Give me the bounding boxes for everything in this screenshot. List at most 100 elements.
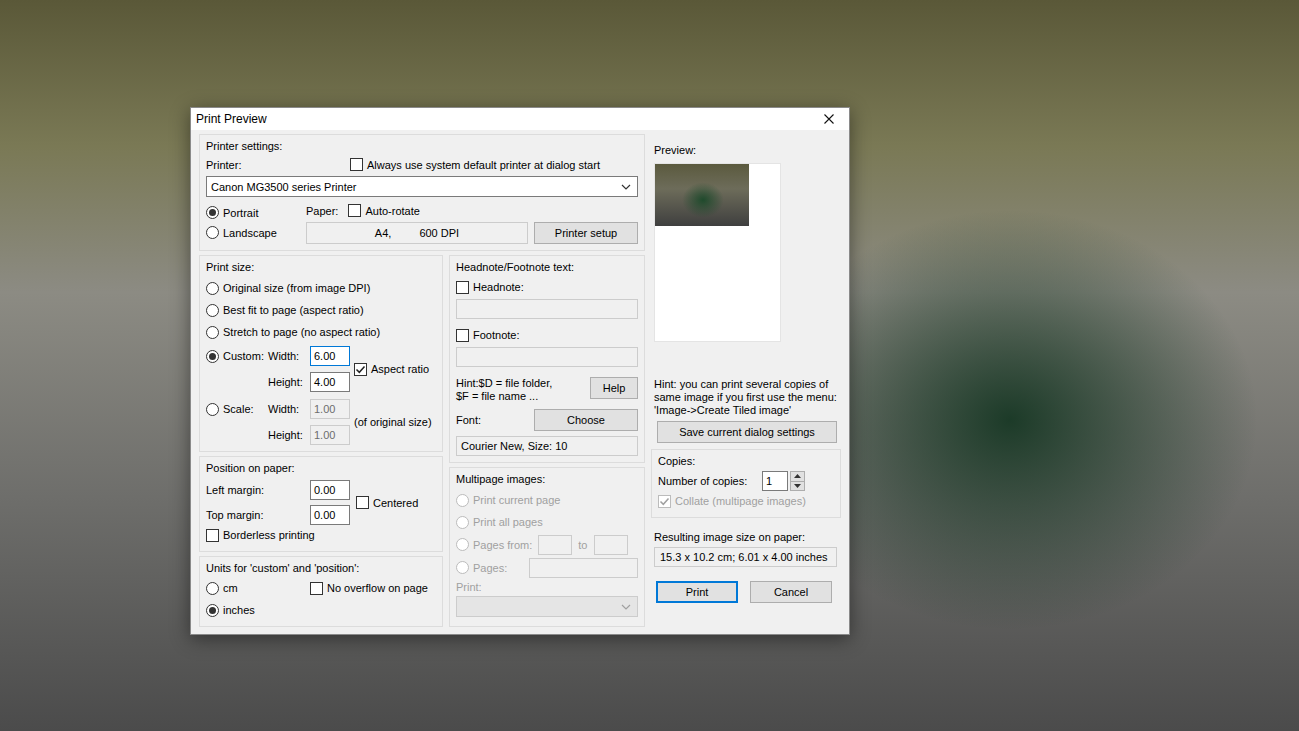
radio-button[interactable] bbox=[206, 226, 219, 239]
checkbox-label: Centered bbox=[373, 496, 418, 510]
radio-option[interactable]: Scale: bbox=[206, 400, 264, 418]
scale-note: (of original size) bbox=[354, 416, 436, 428]
radio-label: Print current page bbox=[473, 493, 560, 507]
checkbox-option[interactable]: Borderless printing bbox=[206, 525, 436, 545]
printer-row: Printer:Always use system default printe… bbox=[206, 156, 638, 173]
title-bar: Print Preview bbox=[191, 108, 849, 130]
pages-list-row: Pages: bbox=[456, 556, 638, 579]
height-field[interactable]: 4.00 bbox=[310, 372, 350, 392]
radio-button bbox=[456, 561, 469, 574]
radio-button[interactable] bbox=[206, 403, 219, 416]
options-row: Print size:Original size (from image DPI… bbox=[199, 255, 645, 627]
radio-button[interactable] bbox=[206, 282, 219, 295]
left-panel: Printer settings:Printer:Always use syst… bbox=[199, 134, 645, 627]
checkbox[interactable] bbox=[206, 529, 219, 542]
radio-label: Print all pages bbox=[473, 515, 543, 529]
printer-dropdown[interactable]: Canon MG3500 series Printer bbox=[206, 176, 638, 197]
checkbox-option[interactable]: Footnote: bbox=[456, 325, 638, 345]
checkbox[interactable] bbox=[348, 204, 361, 217]
checkbox-label: Always use system default printer at dia… bbox=[367, 158, 600, 172]
radio-option[interactable]: Portrait bbox=[206, 203, 306, 222]
preview-page bbox=[654, 163, 781, 342]
radio-button[interactable] bbox=[206, 604, 219, 617]
radio-option[interactable]: Original size (from image DPI) bbox=[206, 277, 436, 299]
close-button[interactable] bbox=[809, 108, 849, 130]
print-button[interactable]: Print bbox=[656, 581, 738, 603]
checkbox-option[interactable]: Centered bbox=[356, 494, 418, 512]
radio-option[interactable]: Landscape bbox=[206, 223, 306, 242]
top-margin-field[interactable]: 0.00 bbox=[310, 505, 350, 525]
checkbox-option[interactable]: Always use system default printer at dia… bbox=[350, 157, 600, 173]
print-dropdown bbox=[456, 596, 638, 617]
arrow-down-icon bbox=[794, 484, 801, 488]
radio-button[interactable] bbox=[206, 304, 219, 317]
checkbox-label: Aspect ratio bbox=[371, 362, 429, 376]
paper-bottom: A4,600 DPIPrinter setup bbox=[306, 222, 638, 244]
radio-option[interactable]: Custom: bbox=[206, 347, 264, 365]
notes-column: Headnote/Footnote text:Headnote:Footnote… bbox=[449, 255, 645, 627]
printer-setup-button[interactable]: Printer setup bbox=[534, 222, 638, 244]
checkbox[interactable] bbox=[456, 281, 469, 294]
width-field[interactable]: 6.00 bbox=[310, 346, 350, 366]
checkbox[interactable] bbox=[354, 363, 367, 376]
radio-button bbox=[456, 494, 469, 507]
hint-line: Hint: you can print several copies of bbox=[654, 378, 841, 391]
pages-to-field bbox=[594, 535, 628, 555]
radio-label: Best fit to page (aspect ratio) bbox=[223, 303, 364, 317]
spin-down[interactable] bbox=[791, 482, 804, 491]
radio-button[interactable] bbox=[206, 350, 219, 363]
cancel-button[interactable]: Cancel bbox=[750, 581, 832, 603]
checkbox bbox=[658, 495, 671, 508]
orientation-paper-row: PortraitLandscapePaper:Auto-rotateA4,600… bbox=[206, 203, 638, 244]
choose-button[interactable]: Choose bbox=[534, 409, 638, 431]
group-title: Multipage images: bbox=[456, 472, 638, 486]
copies-field[interactable]: 1 bbox=[762, 471, 788, 491]
radio-label: Scale: bbox=[223, 402, 254, 416]
checkbox[interactable] bbox=[356, 496, 369, 509]
window-title: Print Preview bbox=[196, 112, 267, 126]
checkbox-label: Headnote: bbox=[473, 280, 524, 294]
help-button[interactable]: Help bbox=[590, 377, 638, 399]
save-settings-button[interactable]: Save current dialog settings bbox=[657, 421, 837, 443]
note-hint: Hint:$D = file folder,$F = file name ... bbox=[456, 377, 552, 403]
arrow-up-icon bbox=[794, 474, 801, 478]
close-icon bbox=[824, 114, 834, 124]
paper-dpi: 600 DPI bbox=[419, 227, 459, 239]
checkbox[interactable] bbox=[350, 158, 363, 171]
radio-button[interactable] bbox=[206, 206, 219, 219]
radio-option[interactable]: Best fit to page (aspect ratio) bbox=[206, 299, 436, 321]
top-margin-label: Top margin: bbox=[206, 509, 304, 521]
width-label: Width: bbox=[268, 403, 306, 415]
print-label: Print: bbox=[456, 581, 638, 594]
printer-settings-group: Printer settings:Printer:Always use syst… bbox=[199, 134, 645, 251]
scale-size: Scale:Width:1.00(of original size)Height… bbox=[206, 399, 436, 445]
checkbox-label: Footnote: bbox=[473, 328, 519, 342]
radio-label: Pages: bbox=[473, 561, 507, 575]
units-group: Units for 'custom' and 'position':cmNo o… bbox=[199, 556, 443, 627]
height-label: Height: bbox=[268, 429, 306, 441]
radio-button[interactable] bbox=[206, 326, 219, 339]
spin-up[interactable] bbox=[791, 472, 804, 482]
checkbox-option[interactable]: Headnote: bbox=[456, 277, 638, 297]
radio-option[interactable]: Stretch to page (no aspect ratio) bbox=[206, 321, 436, 343]
left-margin-field[interactable]: 0.00 bbox=[310, 480, 350, 500]
note-field[interactable] bbox=[456, 299, 638, 319]
copies-spinner[interactable] bbox=[790, 471, 805, 491]
copies-spinbox[interactable]: 1 bbox=[762, 471, 805, 491]
radio-option[interactable]: inches bbox=[206, 600, 310, 620]
radio-label: Landscape bbox=[223, 226, 277, 240]
note-field[interactable] bbox=[456, 347, 638, 367]
units-grid: cm No overflow on page inches bbox=[206, 578, 436, 620]
radio-button[interactable] bbox=[206, 582, 219, 595]
checkbox-label: No overflow on page bbox=[327, 581, 428, 595]
preview-image bbox=[655, 164, 749, 226]
radio-option[interactable]: cm bbox=[206, 578, 310, 598]
checkbox-option[interactable]: Auto-rotate bbox=[348, 203, 419, 218]
checkbox-option[interactable]: Aspect ratio bbox=[354, 360, 429, 378]
radio-option: Print current page bbox=[456, 489, 638, 511]
checkbox[interactable] bbox=[310, 582, 323, 595]
hint-line: Hint:$D = file folder, bbox=[456, 377, 552, 390]
checkbox-option[interactable]: No overflow on page bbox=[310, 579, 436, 597]
radio-label: Original size (from image DPI) bbox=[223, 281, 370, 295]
checkbox[interactable] bbox=[456, 329, 469, 342]
